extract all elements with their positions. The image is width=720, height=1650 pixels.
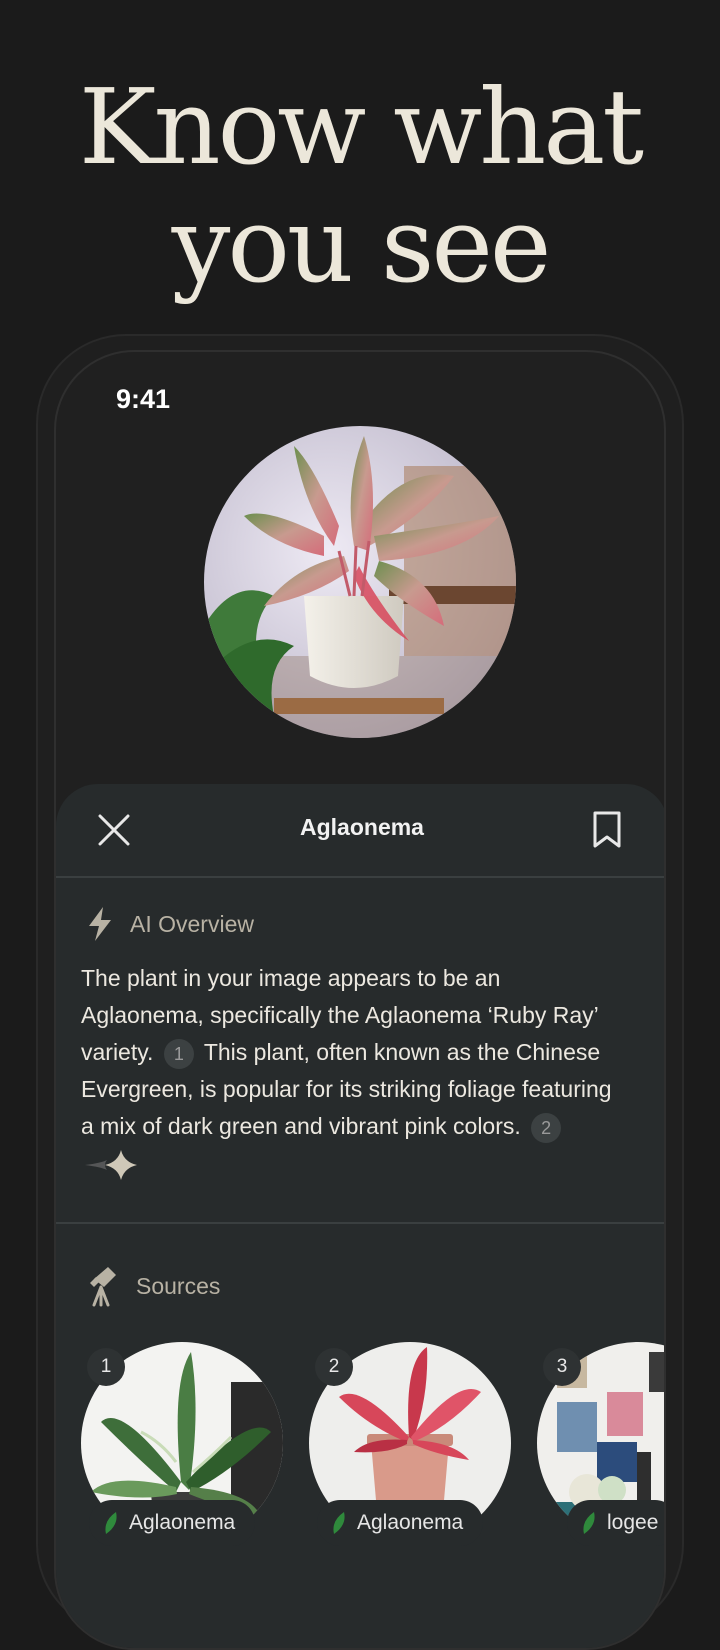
bookmark-button[interactable]: [590, 810, 624, 850]
telescope-icon: [90, 1267, 116, 1307]
source-pill-2: Aglaonema: [317, 1500, 484, 1546]
phone-screen: 9:41 Aglaonema AI Overview The plant in …: [54, 350, 666, 1650]
leaf-icon: [583, 1512, 595, 1534]
leaf-icon: [105, 1512, 117, 1534]
sheet-title: Aglaonema: [300, 814, 424, 840]
source-card-1[interactable]: 1 Aglaonema: [81, 1342, 285, 1552]
citation-badge-2[interactable]: 2: [531, 1112, 562, 1143]
status-time: 9:41: [116, 384, 171, 414]
sources-header: Sources: [86, 1264, 220, 1308]
hero-plant-image: [204, 426, 516, 738]
source-number-1: 1: [87, 1348, 125, 1386]
headline-line-2: you see: [171, 184, 552, 306]
source-pill-3: logee: [567, 1500, 664, 1546]
lightning-icon: [89, 907, 111, 941]
source-number-3: 3: [543, 1348, 581, 1386]
sources-label: Sources: [136, 1272, 221, 1299]
leaf-icon: [333, 1512, 345, 1534]
bookmark-icon: [593, 811, 621, 848]
source-number-2: 2: [315, 1348, 353, 1386]
source-card-3[interactable]: 3 logee: [537, 1342, 664, 1552]
headline: Know what you see: [0, 68, 720, 304]
sparkle-icon: [85, 1149, 137, 1180]
headline-line-1: Know what: [78, 66, 644, 188]
citation-badge-1[interactable]: 1: [163, 1038, 194, 1069]
ai-overview-text: The plant in your image appears to be an…: [81, 960, 621, 1182]
source-pill-1: Aglaonema: [89, 1500, 256, 1546]
source-name-2: Aglaonema: [357, 1511, 464, 1534]
source-name-3: logee: [607, 1511, 659, 1534]
sheet-header: Aglaonema: [56, 784, 664, 878]
ai-overview-header: AI Overview: [86, 904, 254, 944]
ai-overview-label: AI Overview: [130, 910, 254, 937]
source-name-1: Aglaonema: [129, 1511, 236, 1534]
source-card-2[interactable]: 2 Aglaonema: [309, 1342, 513, 1552]
result-sheet: Aglaonema AI Overview The plant in your …: [56, 784, 664, 1648]
section-divider: [56, 1222, 664, 1224]
